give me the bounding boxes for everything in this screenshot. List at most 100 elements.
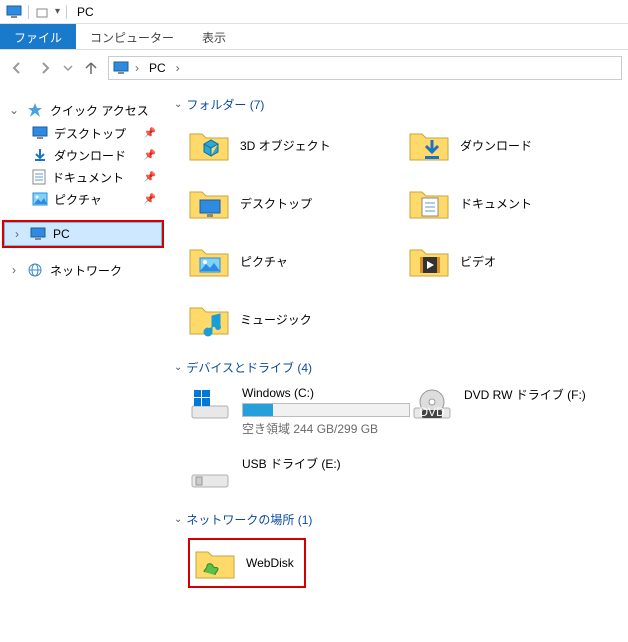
navigation-row: › PC › — [0, 50, 628, 86]
section-header-folders[interactable]: ⌄ フォルダー (7) — [170, 96, 628, 113]
section-header-netloc[interactable]: ⌄ ネットワークの場所 (1) — [170, 511, 628, 528]
sidebar-pc-label: PC — [53, 227, 70, 241]
pc-icon — [6, 5, 22, 19]
pc-icon — [113, 61, 129, 75]
folder-desktop[interactable]: デスクトップ — [188, 181, 398, 225]
main: ⌄ クイック アクセス デスクトップ 📌 ダウンロード 📌 ドキュメント — [0, 86, 628, 642]
collapse-icon: ⌄ — [174, 514, 182, 525]
section-title: ネットワークの場所 (1) — [186, 511, 312, 528]
folder-label: ビデオ — [460, 253, 496, 270]
document-icon — [32, 169, 46, 185]
qat-restore-icon[interactable] — [35, 5, 49, 19]
address-bar[interactable]: › PC › — [108, 56, 622, 80]
drive-label: USB ドライブ (E:) — [242, 455, 341, 472]
folder-icon — [408, 240, 450, 282]
separator — [66, 5, 67, 19]
network-icon — [26, 262, 44, 278]
tab-file[interactable]: ファイル — [0, 24, 76, 49]
folder-music[interactable]: ミュージック — [188, 297, 398, 341]
expand-icon[interactable]: › — [8, 263, 20, 277]
section-header-devices[interactable]: ⌄ デバイスとドライブ (4) — [170, 359, 628, 376]
sidebar-item-documents[interactable]: ドキュメント 📌 — [0, 166, 170, 188]
download-icon — [32, 147, 48, 163]
titlebar: ▾ PC — [0, 0, 628, 24]
forward-button[interactable] — [34, 57, 56, 79]
pc-icon — [29, 226, 47, 242]
folder-label: ミュージック — [240, 311, 312, 328]
breadcrumb-pc[interactable]: PC — [145, 59, 170, 77]
collapse-icon: ⌄ — [174, 362, 182, 373]
drive-usage-bar — [242, 403, 410, 417]
sidebar-item-desktop[interactable]: デスクトップ 📌 — [0, 122, 170, 144]
section-network-locations: ⌄ ネットワークの場所 (1) WebDisk — [170, 511, 628, 592]
section-folders: ⌄ フォルダー (7) 3D オブジェクト ダウンロード デスクトップ — [170, 96, 628, 345]
desktop-icon — [32, 126, 48, 140]
network-location-label: WebDisk — [246, 556, 294, 570]
sidebar-item-label: ドキュメント — [52, 169, 124, 186]
sidebar-quick-access[interactable]: ⌄ クイック アクセス — [0, 98, 170, 122]
network-folder-icon — [194, 544, 236, 582]
folder-label: 3D オブジェクト — [240, 137, 331, 154]
folder-label: ドキュメント — [460, 195, 532, 212]
tab-computer[interactable]: コンピューター — [76, 24, 188, 49]
sidebar: ⌄ クイック アクセス デスクトップ 📌 ダウンロード 📌 ドキュメント — [0, 86, 170, 642]
window-title: PC — [77, 5, 94, 19]
usb-drive-icon — [188, 455, 232, 493]
pin-icon: 📌 — [144, 194, 156, 205]
pin-icon: 📌 — [144, 128, 156, 139]
tab-view[interactable]: 表示 — [188, 24, 240, 49]
folder-pictures[interactable]: ピクチャ — [188, 239, 398, 283]
collapse-icon: ⌄ — [174, 99, 182, 110]
sidebar-item-downloads[interactable]: ダウンロード 📌 — [0, 144, 170, 166]
network-location-webdisk[interactable]: WebDisk — [188, 538, 306, 588]
separator — [28, 5, 29, 19]
drive-dvd[interactable]: DVD DVD RW ドライブ (F:) — [410, 386, 618, 437]
section-devices: ⌄ デバイスとドライブ (4) Windows (C:) 空き領域 244 GB… — [170, 359, 628, 497]
drive-label: DVD RW ドライブ (F:) — [464, 386, 586, 403]
folder-documents[interactable]: ドキュメント — [408, 181, 618, 225]
picture-icon — [32, 192, 48, 206]
star-icon — [26, 102, 44, 118]
folder-label: ピクチャ — [240, 253, 288, 270]
folder-icon — [188, 124, 230, 166]
qat-chevron-icon[interactable]: ▾ — [55, 6, 60, 17]
folder-icon — [188, 298, 230, 340]
content: ⌄ フォルダー (7) 3D オブジェクト ダウンロード デスクトップ — [170, 86, 628, 642]
sidebar-pc[interactable]: › PC — [4, 222, 162, 246]
drive-usb[interactable]: USB ドライブ (E:) — [188, 455, 410, 493]
sidebar-item-label: ピクチャ — [54, 191, 102, 208]
pin-icon: 📌 — [144, 172, 156, 183]
history-dropdown[interactable] — [62, 57, 74, 79]
folder-videos[interactable]: ビデオ — [408, 239, 618, 283]
section-title: デバイスとドライブ (4) — [186, 359, 312, 376]
folder-downloads[interactable]: ダウンロード — [408, 123, 618, 167]
svg-text:DVD: DVD — [419, 405, 445, 419]
drive-icon — [188, 386, 232, 424]
up-button[interactable] — [80, 57, 102, 79]
ribbon-tabs: ファイル コンピューター 表示 — [0, 24, 628, 50]
quick-access-label: クイック アクセス — [50, 102, 149, 119]
sidebar-item-label: デスクトップ — [54, 125, 126, 142]
chevron-right-icon[interactable]: › — [176, 61, 180, 75]
pin-icon: 📌 — [144, 150, 156, 161]
folder-icon — [408, 124, 450, 166]
drive-free-text: 空き領域 244 GB/299 GB — [242, 420, 410, 437]
sidebar-item-pictures[interactable]: ピクチャ 📌 — [0, 188, 170, 210]
sidebar-network[interactable]: › ネットワーク — [0, 258, 170, 282]
folder-label: デスクトップ — [240, 195, 312, 212]
folder-icon — [408, 182, 450, 224]
drive-c[interactable]: Windows (C:) 空き領域 244 GB/299 GB — [188, 386, 410, 437]
dvd-drive-icon: DVD — [410, 386, 454, 424]
collapse-icon[interactable]: ⌄ — [8, 103, 20, 117]
expand-icon[interactable]: › — [11, 227, 23, 241]
folder-3d-objects[interactable]: 3D オブジェクト — [188, 123, 398, 167]
folder-icon — [188, 240, 230, 282]
drive-label: Windows (C:) — [242, 386, 410, 400]
sidebar-item-label: ダウンロード — [54, 147, 126, 164]
folder-icon — [188, 182, 230, 224]
folder-label: ダウンロード — [460, 137, 532, 154]
section-title: フォルダー (7) — [186, 96, 264, 113]
back-button[interactable] — [6, 57, 28, 79]
chevron-right-icon[interactable]: › — [135, 61, 139, 75]
sidebar-network-label: ネットワーク — [50, 262, 122, 279]
